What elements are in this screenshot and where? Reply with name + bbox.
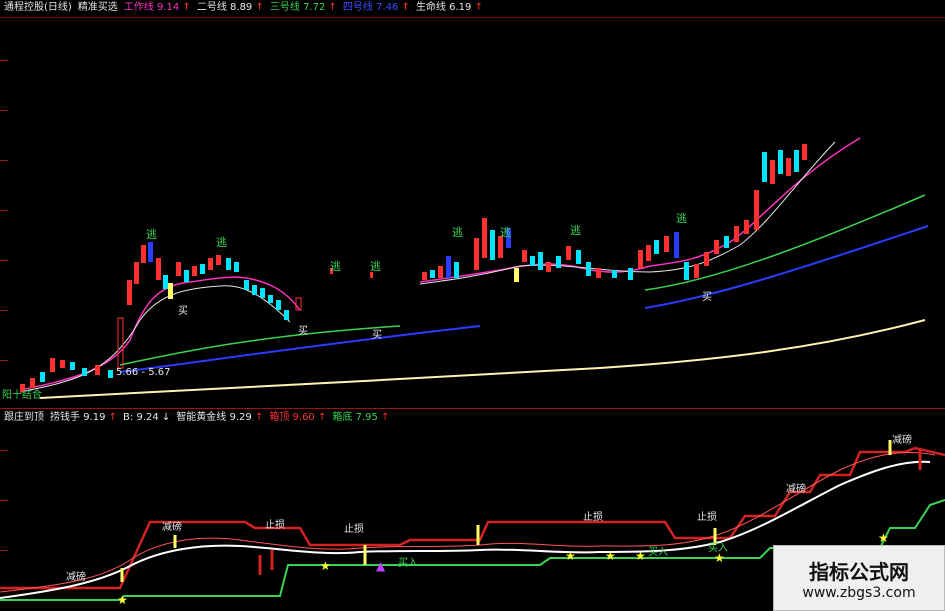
star-icon: ▲ — [376, 559, 386, 573]
star-icon: ★ — [117, 593, 128, 607]
stop-loss-label: 止损 — [344, 522, 364, 535]
star-icon: ★ — [565, 549, 576, 563]
star-icon: ★ — [635, 549, 646, 563]
reduce-label: 减磅 — [66, 570, 86, 583]
star-icon: ★ — [320, 559, 331, 573]
stop-loss-label: 止损 — [583, 510, 603, 523]
watermark-url: www.zbgs3.com — [802, 584, 916, 601]
lower-indicator-chart: ★ ★ ★ ★ ★ ★ ★ ▲ 减磅 减磅 减磅 减磅 止损 止损 止损 止损 … — [0, 433, 945, 607]
buy-in-label: 买入 — [398, 557, 418, 569]
watermark-title: 指标公式网 — [809, 559, 909, 584]
star-icon: ★ — [605, 549, 616, 563]
buy-in-label: 买入 — [648, 546, 668, 558]
reduce-label: 减磅 — [162, 520, 182, 533]
star-icon: ★ — [878, 531, 889, 545]
watermark: 指标公式网 www.zbgs3.com — [773, 545, 945, 611]
buy-in-label: 买入 — [708, 542, 728, 554]
stop-loss-label: 止损 — [265, 518, 285, 531]
reduce-label: 减磅 — [786, 482, 806, 495]
stop-loss-label: 止损 — [697, 510, 717, 523]
reduce-label: 减磅 — [892, 433, 912, 446]
